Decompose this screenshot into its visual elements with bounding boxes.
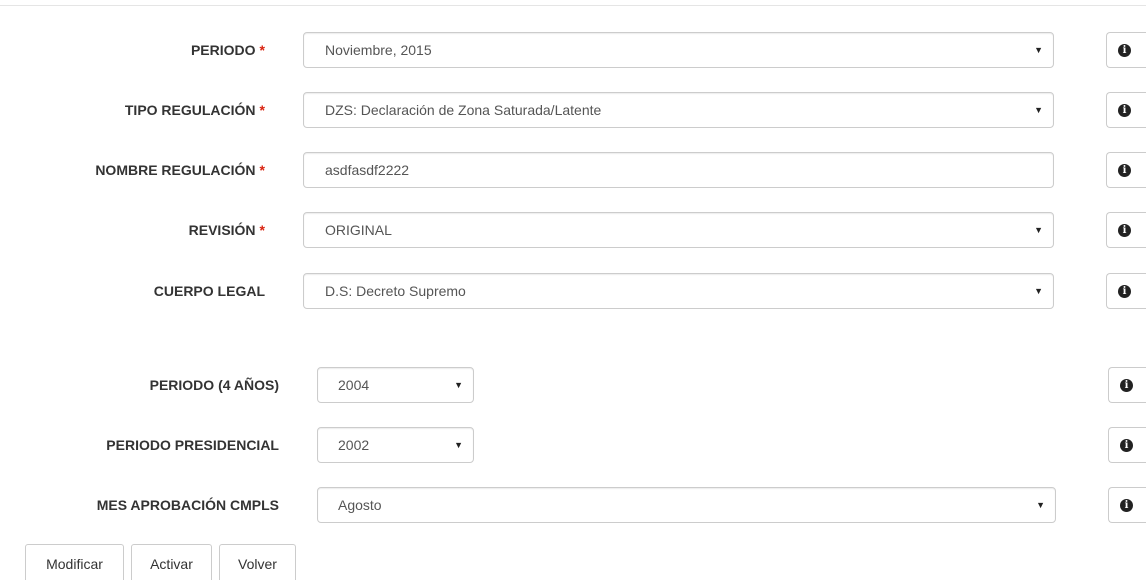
tipo-regulacion-select[interactable]: DZS: Declaración de Zona Saturada/Latent… <box>303 92 1054 128</box>
cuerpo-legal-row: CUERPO LEGAL D.S: Decreto Supremo ▼ i <box>0 273 1146 309</box>
revision-value: ORIGINAL <box>325 222 392 238</box>
tipo-regulacion-label: TIPO REGULACIÓN * <box>124 102 265 118</box>
required-asterisk: * <box>259 102 265 118</box>
cuerpo-legal-info-button[interactable]: i <box>1106 273 1146 309</box>
cuerpo-legal-value: D.S: Decreto Supremo <box>325 283 466 299</box>
cuerpo-legal-select[interactable]: D.S: Decreto Supremo ▼ <box>303 273 1054 309</box>
info-circle-icon: i <box>1118 285 1131 298</box>
info-circle-icon: i <box>1118 164 1131 177</box>
required-asterisk: * <box>259 222 265 238</box>
periodo-4-anos-row: PERIODO (4 AÑOS) 2004 ▼ i <box>0 367 1146 403</box>
info-circle-icon: i <box>1120 379 1133 392</box>
required-asterisk: * <box>259 42 265 58</box>
caret-down-icon: ▼ <box>1034 105 1043 115</box>
info-circle-icon: i <box>1118 224 1131 237</box>
periodo-4-anos-select[interactable]: 2004 ▼ <box>317 367 474 403</box>
caret-down-icon: ▼ <box>1036 500 1045 510</box>
tipo-regulacion-row: TIPO REGULACIÓN * DZS: Declaración de Zon… <box>0 92 1146 128</box>
periodo-row: PERIODO * Noviembre, 2015 ▼ i <box>0 32 1146 68</box>
info-circle-icon: i <box>1118 104 1131 117</box>
modificar-button[interactable]: Modificar <box>25 544 124 580</box>
revision-info-button[interactable]: i <box>1106 212 1146 248</box>
mes-aprobacion-row: MES APROBACIÓN CMPLS Agosto ▼ i <box>0 487 1146 523</box>
periodo-select[interactable]: Noviembre, 2015 ▼ <box>303 32 1054 68</box>
activar-button[interactable]: Activar <box>131 544 212 580</box>
info-circle-icon: i <box>1120 499 1133 512</box>
volver-button[interactable]: Volver <box>219 544 296 580</box>
periodo-presidencial-value: 2002 <box>338 437 370 453</box>
caret-down-icon: ▼ <box>454 440 463 450</box>
nombre-regulacion-info-button[interactable]: i <box>1106 152 1146 188</box>
periodo-presidencial-select[interactable]: 2002 ▼ <box>317 427 474 463</box>
revision-row: REVISIÓN * ORIGINAL ▼ i <box>0 212 1146 248</box>
caret-down-icon: ▼ <box>1034 45 1043 55</box>
periodo-presidencial-row: PERIODO PRESIDENCIAL 2002 ▼ i <box>0 427 1146 463</box>
info-circle-icon: i <box>1118 44 1131 57</box>
info-circle-icon: i <box>1120 439 1133 452</box>
periodo-4-anos-label: PERIODO (4 AÑOS) <box>149 377 279 393</box>
required-asterisk: * <box>259 162 265 178</box>
caret-down-icon: ▼ <box>1034 225 1043 235</box>
revision-select[interactable]: ORIGINAL ▼ <box>303 212 1054 248</box>
mes-aprobacion-value: Agosto <box>338 497 382 513</box>
periodo-4-anos-info-button[interactable]: i <box>1108 367 1146 403</box>
nombre-regulacion-value: asdfasdf2222 <box>325 162 410 178</box>
mes-aprobacion-info-button[interactable]: i <box>1108 487 1146 523</box>
periodo-4-anos-value: 2004 <box>338 377 370 393</box>
mes-aprobacion-select[interactable]: Agosto ▼ <box>317 487 1056 523</box>
caret-down-icon: ▼ <box>454 380 463 390</box>
periodo-presidencial-info-button[interactable]: i <box>1108 427 1146 463</box>
nombre-regulacion-row: NOMBRE REGULACIÓN * asdfasdf2222 i <box>0 152 1146 188</box>
cuerpo-legal-label: CUERPO LEGAL <box>153 283 265 299</box>
top-divider <box>0 5 1146 6</box>
tipo-regulacion-value: DZS: Declaración de Zona Saturada/Latent… <box>325 102 602 118</box>
nombre-regulacion-label: NOMBRE REGULACIÓN * <box>95 162 265 178</box>
periodo-presidencial-label: PERIODO PRESIDENCIAL <box>106 437 279 453</box>
periodo-value: Noviembre, 2015 <box>325 42 432 58</box>
caret-down-icon: ▼ <box>1034 286 1043 296</box>
tipo-regulacion-info-button[interactable]: i <box>1106 92 1146 128</box>
periodo-label: PERIODO * <box>190 42 265 58</box>
mes-aprobacion-label: MES APROBACIÓN CMPLS <box>96 497 279 513</box>
revision-label: REVISIÓN * <box>188 222 265 238</box>
nombre-regulacion-input[interactable]: asdfasdf2222 <box>303 152 1054 188</box>
periodo-info-button[interactable]: i <box>1106 32 1146 68</box>
